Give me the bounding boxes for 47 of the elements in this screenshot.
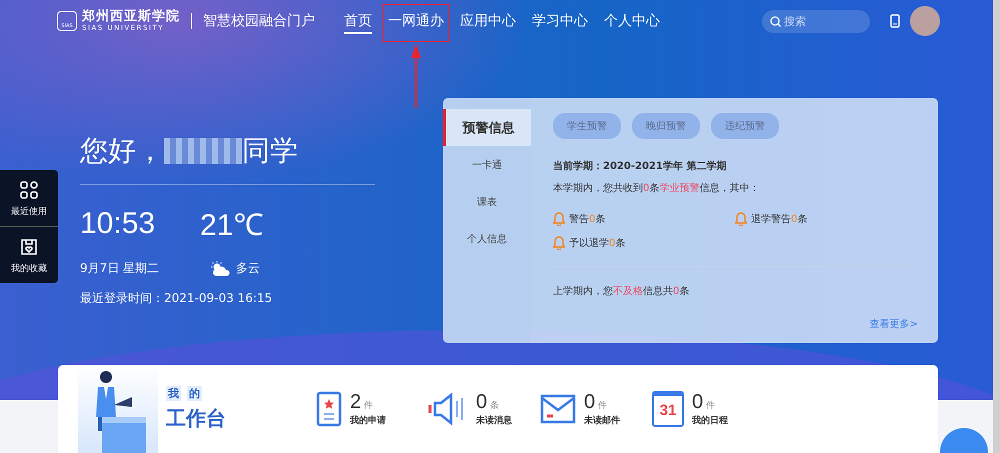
warning-count-text: 予以退学0条 [569, 236, 626, 250]
date-text: 9月7日 星期二 [80, 260, 160, 277]
side-tab[interactable]: 一卡通 [443, 146, 531, 183]
bell-icon [553, 212, 565, 226]
logo-text: 郑州西亚斯学院 [82, 10, 180, 24]
last-term-text: 上学期内，您不及格信息共0条 [553, 284, 690, 298]
clock-time: 10:53 [80, 206, 156, 240]
bell-icon [553, 236, 565, 250]
stat-item[interactable]: 0 条 未读消息 [428, 391, 540, 427]
annotation-arrow [411, 44, 421, 108]
portal-title: 智慧校园融合门户 [203, 12, 315, 30]
stat-item[interactable]: 2 件 我的申请 [316, 391, 428, 427]
avatar[interactable] [910, 6, 940, 36]
bell-icon [735, 212, 747, 226]
nav-link[interactable]: 应用中心 [459, 8, 517, 34]
calendar-icon: 31 [652, 391, 684, 427]
workbench-title: 工作台 [166, 405, 227, 432]
document-icon [316, 391, 342, 427]
stat-item[interactable]: 31 0 件 我的日程 [652, 391, 764, 427]
last-login-text: 最近登录时间：2021-09-03 16:15 [80, 290, 274, 307]
greeting-text: 同学 [242, 133, 298, 169]
title-character: 我 [166, 386, 181, 401]
dock-item[interactable]: 我的收藏 [0, 226, 58, 283]
title-character: 的 [187, 386, 202, 401]
dock-item[interactable]: 最近使用 [0, 170, 58, 226]
summary-text: 本学期内，您共收到0条学业预警信息，其中： [553, 182, 760, 195]
phone-icon[interactable] [890, 14, 900, 28]
scrollbar[interactable] [993, 0, 1000, 453]
envelope-icon [540, 394, 576, 424]
weather-text: 多云 [236, 260, 260, 277]
nav-link[interactable]: 个人中心 [603, 8, 661, 34]
warning-count-text: 警告0条 [569, 212, 606, 226]
grid-icon [19, 180, 39, 200]
term-text: 当前学期：2020-2021学年 第二学期 [553, 160, 728, 173]
weather-icon [210, 260, 232, 276]
side-tab[interactable]: 个人信息 [443, 220, 531, 257]
temperature: 21℃ [200, 208, 264, 244]
nav-link[interactable]: 一网通办 [387, 8, 445, 34]
nav-link[interactable]: 首页 [343, 8, 373, 34]
side-tab[interactable]: 预警信息 [443, 109, 531, 146]
stat-item[interactable]: 0 件 未读邮件 [540, 391, 652, 427]
nav-link[interactable]: 学习中心 [531, 8, 589, 34]
side-tab[interactable]: 课表 [443, 183, 531, 220]
warning-count-text: 退学警告0条 [751, 212, 808, 226]
greeting-text: 您好， [80, 133, 164, 169]
search-icon [770, 16, 781, 26]
bookmark-icon [19, 237, 39, 257]
